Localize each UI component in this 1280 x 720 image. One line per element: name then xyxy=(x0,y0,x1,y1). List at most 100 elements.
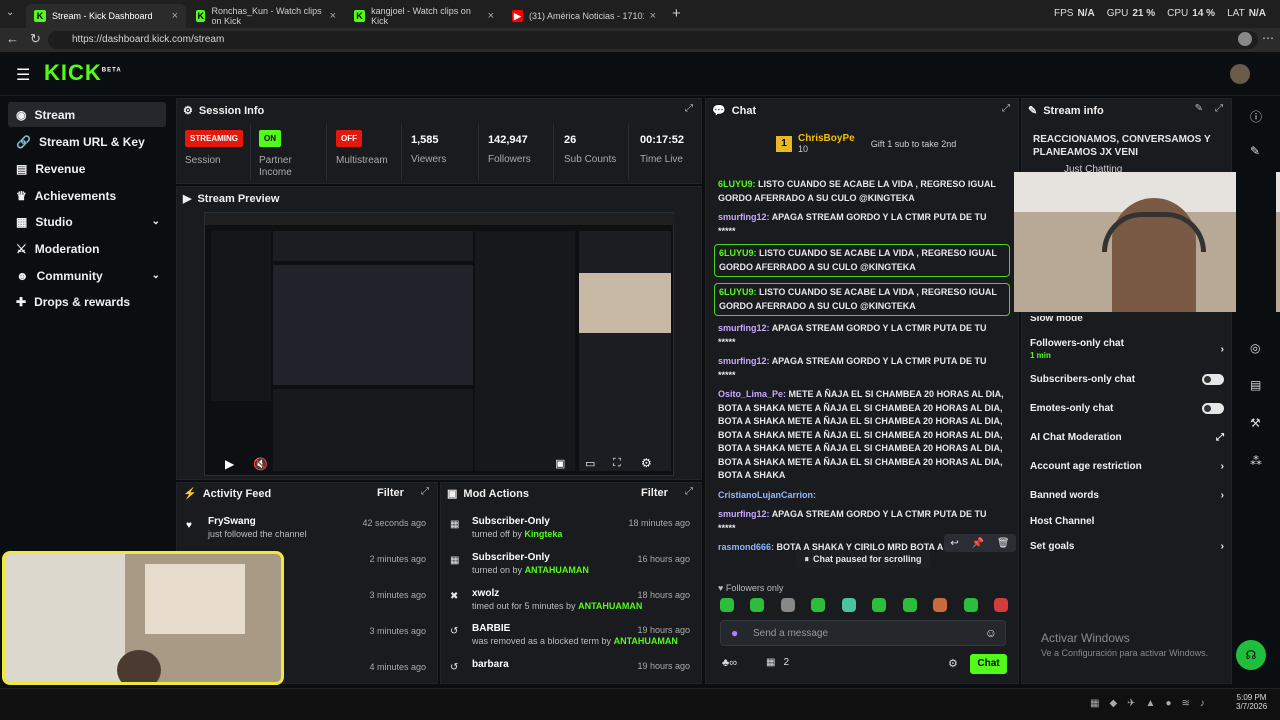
settings-icon[interactable]: ⚙ xyxy=(641,456,652,470)
wrench-icon[interactable]: ⚒ xyxy=(1250,416,1261,430)
hamburger-icon[interactable]: ☰ xyxy=(16,65,30,85)
sidebar-item-stream-url[interactable]: 🔗 Stream URL & Key xyxy=(8,129,166,154)
broadcast-icon[interactable]: ◎ xyxy=(1250,341,1260,355)
activity-filter-button[interactable]: Filter xyxy=(377,487,404,499)
chat-message[interactable]: 6LUYU9: LISTO CUANDO SE ACABE LA VIDA , … xyxy=(714,178,1010,205)
kick-logo[interactable]: KICKBETA xyxy=(44,60,122,86)
tray-icon[interactable]: ▦ xyxy=(1090,698,1099,709)
play-icon[interactable]: ▶ xyxy=(225,457,234,471)
chat-username[interactable]: CristianoLujanCarrion: xyxy=(718,490,816,500)
chat-message[interactable]: smurfing12: APAGA STREAM GORDO Y LA CTMR… xyxy=(714,355,1010,382)
new-tab-icon[interactable]: + xyxy=(672,5,681,22)
chat-message[interactable]: smurfing12: APAGA STREAM GORDO Y LA CTMR… xyxy=(714,211,1010,238)
tab-stream-dashboard[interactable]: K Stream - Kick Dashboard × xyxy=(26,4,186,28)
chat-username[interactable]: smurfing12: xyxy=(718,509,770,519)
edit-icon[interactable]: ✎ xyxy=(1195,103,1203,114)
chat-message[interactable]: Osito_Lima_Pe: METE A ÑAJA EL SI CHAMBEA… xyxy=(714,388,1010,483)
emote-icon[interactable] xyxy=(872,598,887,612)
followers-only-setting[interactable]: Followers-only chat 1 min › xyxy=(1030,338,1224,360)
people-icon[interactable]: ⁂ xyxy=(1250,454,1262,468)
ai-chat-moderation-setting[interactable]: AI Chat Moderation ⤢ xyxy=(1030,432,1224,443)
chat-message[interactable]: smurfing12: APAGA STREAM GORDO Y LA CTMR… xyxy=(714,508,1010,535)
sidebar-item-studio[interactable]: ▦ Studio ⌄ xyxy=(8,209,166,234)
emote-icon[interactable] xyxy=(720,598,734,612)
chat-username[interactable]: 6LUYU9: xyxy=(718,179,756,189)
tab-menu-icon[interactable]: ⌄ xyxy=(6,7,14,18)
pencil-icon[interactable]: ✎ xyxy=(1250,144,1260,158)
help-chat-icon[interactable]: ☊ xyxy=(1236,640,1266,670)
chat-message[interactable]: CristianoLujanCarrion: xyxy=(714,489,1010,503)
info-icon[interactable]: ⓘ xyxy=(1250,108,1262,125)
chat-message[interactable]: 6LUYU9: LISTO CUANDO SE ACABE LA VIDA , … xyxy=(714,244,1010,277)
fullscreen-icon[interactable]: ⛶ xyxy=(613,457,621,470)
url-field[interactable]: https://dashboard.kick.com/stream xyxy=(48,31,1258,49)
chat-settings-icon[interactable]: ⚙ xyxy=(948,657,958,670)
close-icon[interactable]: × xyxy=(172,10,178,22)
emoji-icon[interactable]: ☺ xyxy=(985,626,997,640)
popout-icon[interactable]: ⤢ xyxy=(685,486,693,497)
tray-icon[interactable]: ✈ xyxy=(1127,698,1135,709)
emote-icon[interactable] xyxy=(933,598,948,612)
sidebar-item-achievements[interactable]: ♛ Achievements xyxy=(8,183,166,208)
subscribers-only-toggle[interactable] xyxy=(1202,374,1224,385)
chatters-icon[interactable]: ♣∞ xyxy=(722,657,737,669)
sidebar-item-stream[interactable]: ◉ Stream xyxy=(8,102,166,127)
profile-avatar[interactable] xyxy=(1238,32,1252,46)
mute-icon[interactable]: 🔇 xyxy=(253,457,268,471)
chat-message[interactable]: 6LUYU9: LISTO CUANDO SE ACABE LA VIDA , … xyxy=(714,283,1010,316)
sidebar-item-moderation[interactable]: ⚔ Moderation xyxy=(8,236,166,261)
emote-icon[interactable] xyxy=(841,598,856,612)
gift-count[interactable]: ▦ 2 xyxy=(766,657,789,668)
delete-icon[interactable]: 🗑 xyxy=(997,538,1010,549)
theater-icon[interactable]: ▭ xyxy=(585,457,595,470)
send-chat-button[interactable]: Chat xyxy=(970,654,1007,674)
subscribers-only-setting[interactable]: Subscribers-only chat xyxy=(1030,374,1224,385)
popout-icon[interactable]: ⤢ xyxy=(421,486,429,497)
chat-username[interactable]: Osito_Lima_Pe: xyxy=(718,389,786,399)
reply-icon[interactable]: ↩ xyxy=(950,538,958,549)
pin-icon[interactable]: 📌 xyxy=(972,538,984,549)
account-age-setting[interactable]: Account age restriction › xyxy=(1030,461,1224,472)
set-goals-setting[interactable]: Set goals › xyxy=(1030,541,1224,552)
layout-icon[interactable]: ▤ xyxy=(1250,378,1261,392)
reload-icon[interactable]: ↻ xyxy=(30,31,41,47)
tray-icon[interactable]: ● xyxy=(1165,698,1171,709)
chat-username[interactable]: 6LUYU9: xyxy=(719,287,757,297)
sidebar-item-drops[interactable]: ✚ Drops & rewards xyxy=(8,289,166,314)
sidebar-item-revenue[interactable]: ▤ Revenue xyxy=(8,156,166,181)
tab-america-noticias[interactable]: ▶ (31) América Noticias - 171013 - C × xyxy=(504,4,664,28)
volume-icon[interactable]: ♪ xyxy=(1200,698,1205,709)
chat-username[interactable]: smurfing12: xyxy=(718,323,770,333)
pip-icon[interactable]: ▣ xyxy=(555,457,565,470)
mod-filter-button[interactable]: Filter xyxy=(641,487,668,499)
user-avatar[interactable] xyxy=(1230,64,1250,84)
chat-paused-banner[interactable]: ⏸ Chat paused for scrolling xyxy=(796,550,930,568)
close-icon[interactable]: × xyxy=(650,10,656,22)
popout-icon[interactable]: ⤢ xyxy=(685,103,693,114)
sidebar-item-community[interactable]: ☻ Community ⌄ xyxy=(8,263,166,288)
emote-icon[interactable] xyxy=(780,598,795,612)
chat-message[interactable]: smurfing12: APAGA STREAM GORDO Y LA CTMR… xyxy=(714,322,1010,349)
clock[interactable]: 5:09 PM 3/7/2026 xyxy=(1236,693,1267,711)
emote-icon[interactable] xyxy=(750,598,765,612)
slow-mode-setting[interactable]: Slow mode xyxy=(1030,316,1222,324)
emote-icon[interactable] xyxy=(993,598,1008,612)
chat-username[interactable]: 6LUYU9: xyxy=(719,248,757,258)
tab-ronchas[interactable]: K Ronchas_Kun - Watch clips on Kick × xyxy=(188,4,344,28)
host-channel-setting[interactable]: Host Channel xyxy=(1030,516,1224,527)
emote-icon[interactable] xyxy=(902,598,917,612)
tray-icon[interactable]: ◆ xyxy=(1109,698,1117,709)
tray-icon[interactable]: ▲ xyxy=(1146,698,1156,709)
emotes-only-toggle[interactable] xyxy=(1202,403,1224,414)
more-icon[interactable]: ⋯ xyxy=(1262,31,1274,45)
emote-icon[interactable] xyxy=(963,598,978,612)
chat-input[interactable]: ● Send a message ☺ xyxy=(720,620,1006,646)
stream-preview-video[interactable]: ▶ 🔇 ▣ ▭ ⛶ ⚙ xyxy=(204,212,675,476)
close-icon[interactable]: × xyxy=(488,10,494,22)
mic-icon[interactable]: ● xyxy=(731,626,738,640)
popout-icon[interactable]: ⤢ xyxy=(1002,103,1010,114)
chat-username[interactable]: smurfing12: xyxy=(718,212,770,222)
chat-username[interactable]: smurfing12: xyxy=(718,356,770,366)
chat-username[interactable]: rasmond666: xyxy=(718,542,774,552)
emotes-only-setting[interactable]: Emotes-only chat xyxy=(1030,403,1224,414)
